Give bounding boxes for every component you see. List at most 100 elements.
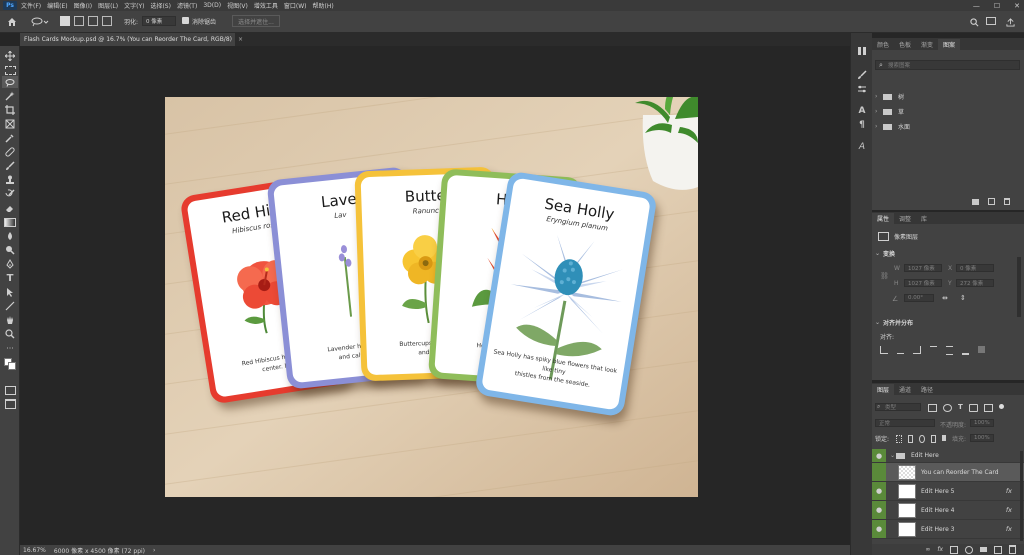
tab-paths[interactable]: 路径 [916, 384, 938, 395]
layer-row-selected[interactable]: You can Reorder The Card [872, 463, 1024, 482]
clone-stamp-tool-icon[interactable] [2, 174, 18, 186]
maximize-button[interactable]: ☐ [994, 2, 1000, 10]
tab-properties[interactable]: 属性 [872, 213, 895, 224]
type-tool-icon[interactable]: T [2, 272, 18, 284]
tab-layers[interactable]: 图层 [872, 384, 895, 395]
shape-filter-icon[interactable] [968, 404, 978, 412]
marquee-tool-icon[interactable] [2, 64, 18, 76]
visibility-off-icon[interactable] [872, 463, 886, 481]
blur-tool-icon[interactable] [2, 230, 18, 242]
menu-filter[interactable]: 滤镜(T) [177, 1, 197, 10]
angle-field[interactable]: 0.00° [904, 294, 934, 302]
share-icon[interactable] [1004, 16, 1016, 28]
magic-wand-tool-icon[interactable] [2, 90, 18, 102]
align-section[interactable]: ⌄ 对齐并分布 [875, 318, 913, 327]
add-selection-icon[interactable] [74, 16, 84, 26]
lock-position-icon[interactable] [919, 435, 925, 443]
blend-mode-select[interactable]: 正常 [875, 419, 935, 427]
new-pattern-icon[interactable] [988, 198, 995, 205]
delete-layer-icon[interactable] [1009, 545, 1016, 554]
document-canvas[interactable]: Red HibiHibiscus rosaRed Hibiscus has wi… [165, 97, 698, 497]
new-group-icon[interactable] [980, 547, 987, 552]
visibility-eye-icon[interactable]: ● [872, 501, 886, 519]
close-window-button[interactable]: ✕ [1014, 2, 1020, 10]
tab-channels[interactable]: 通道 [894, 384, 916, 395]
new-adjustment-icon[interactable] [965, 545, 973, 554]
visibility-eye-icon[interactable]: ● [872, 520, 886, 538]
search-icon[interactable] [968, 16, 980, 28]
new-selection-icon[interactable] [60, 16, 70, 26]
layer-kind-filter[interactable]: 类型 [875, 403, 921, 411]
new-layer-icon[interactable] [994, 545, 1002, 554]
tab-patterns[interactable]: 图案 [938, 39, 961, 50]
crop-tool-icon[interactable] [2, 104, 18, 116]
glyphs-panel-icon[interactable]: A [856, 141, 868, 153]
tab-gradients[interactable]: 渐变 [916, 39, 938, 50]
distribute-icon[interactable] [978, 346, 985, 353]
fill-field[interactable]: 100% [970, 434, 994, 442]
line-tool-icon[interactable] [2, 300, 18, 312]
pattern-search-input[interactable]: 搜索图案 [875, 60, 1020, 70]
subtract-selection-icon[interactable] [88, 16, 98, 26]
tab-libraries[interactable]: 库 [916, 213, 932, 224]
width-field[interactable]: 1027 像素 [904, 264, 942, 272]
menu-edit[interactable]: 编辑(E) [47, 1, 67, 10]
x-field[interactable]: 0 像素 [956, 264, 994, 272]
visibility-eye-icon[interactable]: ● [872, 482, 886, 500]
pattern-group-grass[interactable]: › 草 [875, 107, 904, 116]
gradient-tool-icon[interactable] [2, 216, 18, 228]
healing-brush-tool-icon[interactable] [2, 146, 18, 158]
dodge-tool-icon[interactable] [2, 244, 18, 256]
status-arrow-icon[interactable]: › [153, 547, 155, 554]
more-tools-icon[interactable]: ··· [2, 342, 18, 354]
layer-effects-icon[interactable]: fx [1006, 506, 1012, 514]
eyedropper-tool-icon[interactable] [2, 132, 18, 144]
close-tab-icon[interactable]: × [238, 36, 243, 43]
lasso-tool-preset-icon[interactable] [30, 16, 50, 28]
tab-adjustments[interactable]: 调整 [894, 213, 916, 224]
filter-toggle-icon[interactable] [998, 404, 1004, 409]
menu-window[interactable]: 窗口(W) [284, 1, 307, 10]
pattern-group-trees[interactable]: › 树 [875, 92, 904, 101]
document-tab[interactable]: Flash Cards Mockup.psd @ 16.7% (You can … [20, 33, 243, 46]
path-selection-tool-icon[interactable] [2, 286, 18, 298]
add-style-icon[interactable]: fx [937, 546, 943, 553]
height-field[interactable]: 1027 像素 [904, 279, 942, 287]
tab-swatches[interactable]: 色板 [894, 39, 916, 50]
pen-tool-icon[interactable] [2, 258, 18, 270]
align-bottom-icon[interactable] [962, 346, 969, 355]
history-brush-tool-icon[interactable] [2, 188, 18, 200]
tab-color[interactable]: 颜色 [872, 39, 894, 50]
intersect-selection-icon[interactable] [102, 16, 112, 26]
add-mask-icon[interactable] [950, 545, 958, 554]
align-top-icon[interactable] [930, 346, 937, 354]
feather-input[interactable]: 0 像素 [142, 16, 176, 26]
menu-type[interactable]: 文字(Y) [124, 1, 144, 10]
delete-pattern-icon[interactable] [1004, 198, 1010, 205]
lasso-tool-icon[interactable] [2, 76, 18, 88]
history-panel-icon[interactable] [856, 45, 868, 57]
smart-filter-icon[interactable] [983, 404, 993, 412]
menu-image[interactable]: 图像(I) [74, 1, 92, 10]
select-and-mask-button[interactable]: 选择并遮住... [232, 15, 280, 27]
visibility-eye-icon[interactable]: ● [872, 449, 886, 462]
layer-row[interactable]: ● Edit Here 5 fx [872, 482, 1024, 501]
opacity-field[interactable]: 100% [970, 419, 994, 427]
link-icon[interactable]: ⛓ [880, 272, 889, 280]
pattern-group-water[interactable]: › 水面 [875, 122, 910, 131]
frame-tool-icon[interactable] [2, 118, 18, 130]
menu-layer[interactable]: 图层(L) [98, 1, 118, 10]
menu-view[interactable]: 视图(V) [227, 1, 248, 10]
eraser-tool-icon[interactable] [2, 202, 18, 214]
flip-vertical-icon[interactable]: ⇕ [960, 294, 966, 302]
minimize-button[interactable]: — [973, 2, 980, 10]
layer-effects-icon[interactable]: fx [1006, 487, 1012, 495]
quick-mask-icon[interactable] [2, 384, 18, 396]
type-filter-icon[interactable]: T [958, 404, 963, 412]
align-middle-icon[interactable] [946, 346, 953, 355]
adjust-icon[interactable] [856, 83, 868, 95]
flip-horizontal-icon[interactable]: ⇹ [942, 294, 948, 302]
menu-help[interactable]: 帮助(H) [313, 1, 334, 10]
zoom-tool-icon[interactable] [2, 328, 18, 340]
layer-effects-icon[interactable]: fx [1006, 525, 1012, 533]
